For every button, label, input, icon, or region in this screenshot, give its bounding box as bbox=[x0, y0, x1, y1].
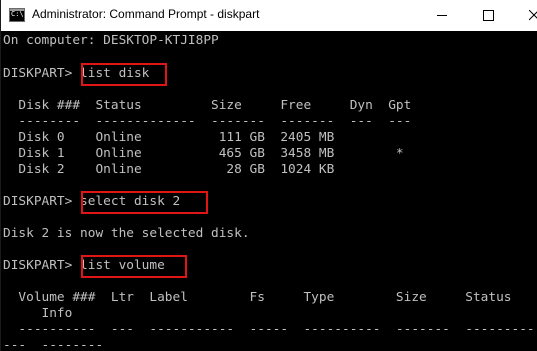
highlight-box-select-disk bbox=[81, 191, 208, 214]
minimize-icon bbox=[437, 15, 447, 16]
volume-table-header-wrap: Info bbox=[3, 306, 73, 321]
maximize-button[interactable] bbox=[465, 0, 511, 31]
maximize-icon bbox=[483, 10, 494, 21]
volume-table-separator-wrap: --- -------- bbox=[3, 338, 104, 351]
console-line-computer: On computer: DESKTOP-KTJI8PP bbox=[3, 33, 219, 48]
volume-table-header: Volume ### Ltr Label Fs Type Size Status bbox=[3, 290, 512, 305]
disk-table-separator: -------- ------------- ------- ------- -… bbox=[3, 114, 412, 129]
close-button[interactable] bbox=[511, 0, 537, 31]
command-prompt-window: C:\ Administrator: Command Prompt - disk… bbox=[0, 0, 537, 351]
disk-table-header: Disk ### Status Size Free Dyn Gpt bbox=[3, 98, 412, 113]
volume-table-separator: ---------- --- ----------- ----- -------… bbox=[3, 322, 535, 337]
disk-table-row: Disk 0 Online 111 GB 2405 MB bbox=[3, 130, 335, 145]
minimize-button[interactable] bbox=[419, 0, 465, 31]
highlight-box-list-volume bbox=[81, 255, 187, 278]
console-line-selected-message: Disk 2 is now the selected disk. bbox=[3, 226, 250, 241]
highlight-box-list-disk bbox=[81, 63, 167, 86]
console-output[interactable]: On computer: DESKTOP-KTJI8PP DISKPART> l… bbox=[1, 31, 537, 351]
title-bar[interactable]: C:\ Administrator: Command Prompt - disk… bbox=[1, 0, 537, 32]
disk-table-row: Disk 1 Online 465 GB 3458 MB * bbox=[3, 146, 404, 161]
close-icon bbox=[529, 10, 537, 21]
cmd-icon: C:\ bbox=[9, 8, 25, 22]
window-title: Administrator: Command Prompt - diskpart bbox=[32, 7, 260, 21]
disk-table-row: Disk 2 Online 28 GB 1024 KB bbox=[3, 162, 335, 177]
